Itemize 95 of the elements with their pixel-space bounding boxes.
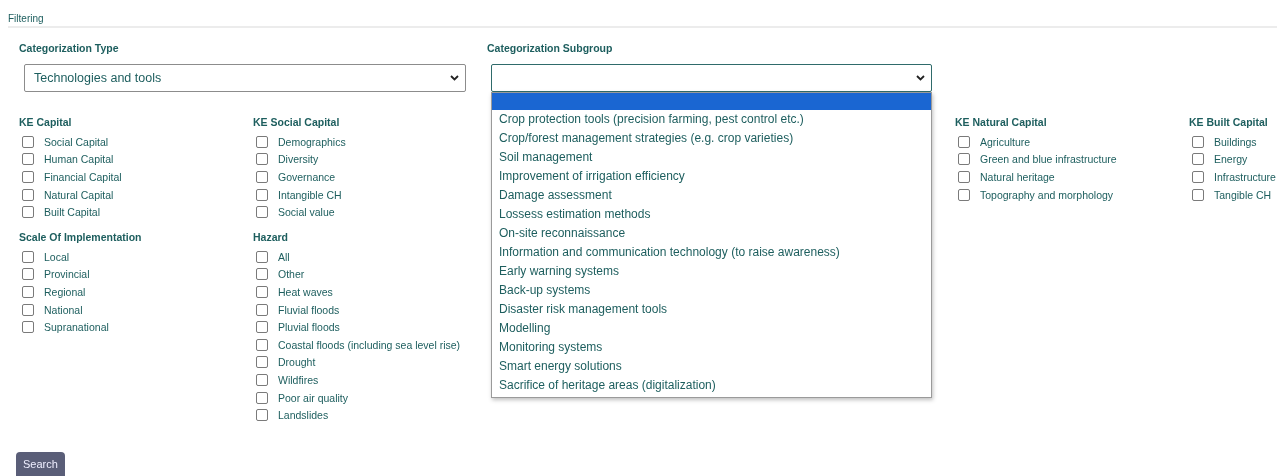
group-title: Scale Of Implementation bbox=[19, 229, 143, 245]
checkbox[interactable] bbox=[958, 135, 970, 148]
checkbox-label: Demographics bbox=[278, 135, 346, 148]
checkbox[interactable] bbox=[256, 171, 268, 183]
checkbox[interactable] bbox=[256, 153, 268, 166]
checkbox[interactable] bbox=[256, 188, 268, 201]
dropdown-option[interactable]: Crop protection tools (precision farming, pest control etc.) bbox=[492, 110, 931, 129]
checkbox-label: Pluvial floods bbox=[278, 321, 340, 334]
checkbox-label: Buildings bbox=[1214, 135, 1257, 148]
checkbox[interactable] bbox=[958, 153, 970, 166]
checkbox[interactable] bbox=[958, 188, 970, 201]
dropdown-select[interactable]: Technologies and tools bbox=[24, 64, 466, 92]
checkbox[interactable] bbox=[22, 206, 34, 219]
dropdown-option[interactable]: Crop/forest management strategies (e.g. crop varieties) bbox=[492, 129, 931, 148]
chevron-down-icon bbox=[450, 75, 459, 81]
checkbox-label: Energy bbox=[1214, 153, 1248, 166]
checkbox-label: Topography and morphology bbox=[980, 188, 1114, 201]
checkbox-label: Human Capital bbox=[44, 153, 114, 166]
chevron-down-icon bbox=[916, 75, 925, 81]
checkbox-label: Supranational bbox=[44, 321, 109, 334]
checkbox[interactable] bbox=[22, 321, 34, 334]
checkbox[interactable] bbox=[256, 321, 268, 334]
checkbox-label: Landslides bbox=[278, 409, 329, 422]
group-title: KE Capital bbox=[19, 115, 73, 130]
checkbox[interactable] bbox=[256, 373, 268, 386]
checkbox-label: Fluvial floods bbox=[278, 303, 340, 316]
checkbox-label: Intangible CH bbox=[278, 188, 342, 201]
checkbox-label: Agriculture bbox=[980, 135, 1031, 148]
checkbox[interactable] bbox=[22, 188, 34, 201]
checkbox[interactable] bbox=[22, 171, 34, 183]
field-label: Categorization Subgroup bbox=[487, 41, 614, 56]
checkbox-label: Poor air quality bbox=[278, 391, 349, 404]
checkbox[interactable] bbox=[1192, 188, 1204, 201]
checkbox[interactable] bbox=[1192, 171, 1204, 183]
checkbox[interactable] bbox=[22, 285, 34, 298]
checkbox[interactable] bbox=[22, 250, 34, 263]
checkbox-label: Infrastructure bbox=[1214, 171, 1276, 183]
checkbox[interactable] bbox=[256, 303, 268, 316]
checkbox-label: Natural Capital bbox=[44, 188, 114, 201]
checkbox-label: Social Capital bbox=[44, 135, 109, 148]
dropdown-option[interactable]: Soil management bbox=[492, 148, 931, 167]
checkbox-label: Social value bbox=[278, 206, 335, 219]
dropdown-option[interactable]: Back-up systems bbox=[492, 281, 931, 300]
checkbox[interactable] bbox=[958, 171, 970, 183]
checkbox[interactable] bbox=[256, 135, 268, 148]
dropdown-option[interactable]: Lossess estimation methods bbox=[492, 205, 931, 224]
checkbox[interactable] bbox=[22, 303, 34, 316]
dropdown-option[interactable]: Damage assessment bbox=[492, 186, 931, 205]
checkbox[interactable] bbox=[256, 409, 268, 422]
dropdown-option[interactable]: Early warning systems bbox=[492, 262, 931, 281]
checkbox[interactable] bbox=[1192, 135, 1204, 148]
group-title: KE Social Capital bbox=[253, 115, 341, 130]
checkbox[interactable] bbox=[256, 206, 268, 219]
checkbox-label: Governance bbox=[278, 171, 336, 183]
checkbox[interactable] bbox=[256, 338, 268, 351]
dropdown-option[interactable]: On-site reconnaissance bbox=[492, 224, 931, 243]
group-title: Hazard bbox=[253, 229, 289, 245]
dropdown-option[interactable]: Improvement of irrigation efficiency bbox=[492, 167, 931, 186]
checkbox-label: Green and blue infrastructure bbox=[980, 153, 1117, 166]
checkbox[interactable] bbox=[256, 268, 268, 281]
checkbox-label: Provincial bbox=[44, 268, 90, 281]
section-title: Filtering bbox=[7, 12, 45, 26]
field-label: Categorization Type bbox=[19, 41, 120, 56]
checkbox-label: All bbox=[278, 250, 290, 263]
checkbox-label: Regional bbox=[44, 285, 86, 298]
checkbox[interactable] bbox=[256, 250, 268, 263]
checkbox[interactable] bbox=[256, 391, 268, 404]
checkbox-label: Other bbox=[278, 268, 305, 281]
checkbox-label: Financial Capital bbox=[44, 171, 122, 183]
dropdown-option[interactable]: Sacrifice of heritage areas (digitalization) bbox=[492, 376, 931, 395]
checkbox-label: Natural heritage bbox=[980, 171, 1055, 183]
dropdown-option[interactable]: Information and communication technology (to raise awareness) bbox=[492, 243, 931, 262]
checkbox-label: Diversity bbox=[278, 153, 319, 166]
search-button[interactable]: Search bbox=[16, 452, 65, 476]
checkbox-label: Drought bbox=[278, 356, 316, 369]
checkbox[interactable] bbox=[22, 268, 34, 281]
checkbox-label: Wildfires bbox=[278, 373, 319, 386]
checkbox-label: Local bbox=[44, 250, 70, 263]
dropdown-option[interactable]: Disaster risk management tools bbox=[492, 300, 931, 319]
checkbox[interactable] bbox=[22, 135, 34, 148]
group-title: KE Built Capital bbox=[1189, 115, 1269, 130]
checkbox[interactable] bbox=[256, 285, 268, 298]
checkbox[interactable] bbox=[1192, 153, 1204, 166]
group-title: KE Natural Capital bbox=[955, 115, 1048, 130]
dropdown-option[interactable]: Modelling bbox=[492, 319, 931, 338]
checkbox-label: Coastal floods (including sea level rise) bbox=[278, 338, 461, 351]
checkbox-label: Tangible CH bbox=[1214, 188, 1272, 201]
checkbox[interactable] bbox=[256, 356, 268, 369]
checkbox[interactable] bbox=[22, 153, 34, 166]
dropdown-select[interactable] bbox=[491, 64, 932, 92]
dropdown-option[interactable]: Monitoring systems bbox=[492, 338, 931, 357]
checkbox-label: National bbox=[44, 303, 83, 316]
checkbox-label: Heat waves bbox=[278, 285, 333, 298]
checkbox-label: Built Capital bbox=[44, 206, 101, 219]
dropdown-option[interactable]: Smart energy solutions bbox=[492, 357, 931, 376]
